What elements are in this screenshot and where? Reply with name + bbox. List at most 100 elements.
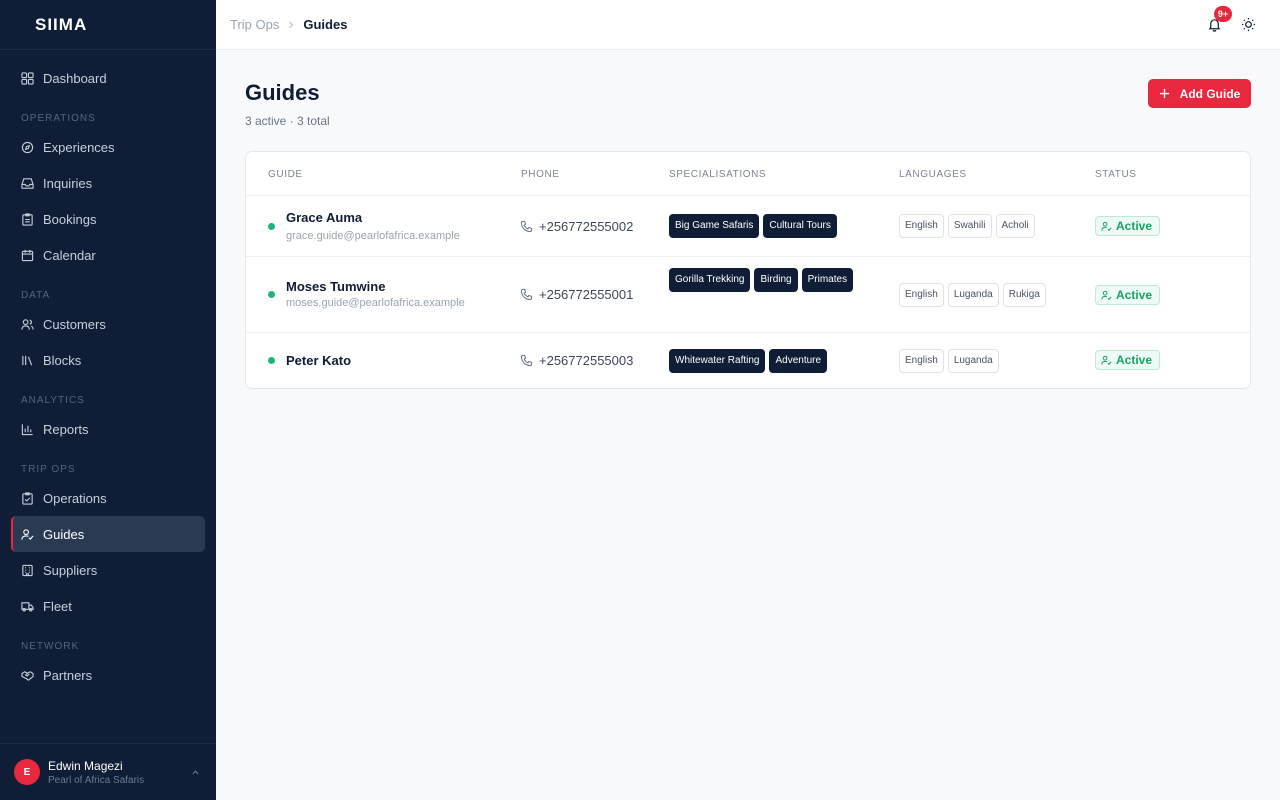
sidebar-item-label: Bookings — [43, 211, 97, 227]
clipboard-icon — [21, 212, 34, 226]
sidebar-item-label: Experiences — [43, 139, 115, 155]
specialisation-tag: Cultural Tours — [763, 214, 837, 238]
chevron-up-icon — [192, 770, 199, 775]
library-icon — [21, 354, 34, 367]
sidebar-item-label: Reports — [43, 421, 89, 437]
page-title: Guides — [245, 80, 320, 105]
language-tag: English — [899, 283, 944, 307]
column-header-languages: LANGUAGES — [899, 169, 967, 180]
sidebar-item-label: Dashboard — [43, 70, 107, 86]
specialisation-tag: Adventure — [769, 349, 828, 373]
sidebar-item-dashboard[interactable]: Dashboard — [11, 60, 205, 96]
chevron-right-icon — [287, 21, 295, 29]
status-badge: Active — [1095, 285, 1161, 305]
users-icon — [21, 318, 34, 331]
table-row[interactable]: Peter Kato +256772555003 Whitewater Raft… — [246, 333, 1250, 388]
language-tag: English — [899, 214, 944, 238]
sidebar-item-operations[interactable]: Operations — [11, 480, 205, 516]
sidebar-item-label: Blocks — [43, 352, 82, 368]
sidebar-item-label: Operations — [43, 490, 107, 506]
sidebar-item-experiences[interactable]: Experiences — [11, 129, 205, 165]
guide-phone: +256772555003 — [520, 353, 633, 368]
guides-table: GUIDE PHONE SPECIALISATIONS LANGUAGES ST… — [245, 151, 1251, 389]
phone-number: +256772555003 — [539, 353, 634, 368]
specialisation-tag: Big Game Safaris — [669, 214, 760, 238]
dashboard-icon — [21, 71, 34, 85]
bar-chart-icon — [21, 423, 34, 436]
sidebar-item-calendar[interactable]: Calendar — [11, 237, 205, 273]
breadcrumb-parent[interactable]: Trip Ops — [230, 17, 279, 32]
status-label: Active — [1116, 288, 1153, 302]
avatar: E — [14, 759, 40, 785]
inbox-icon — [21, 177, 34, 190]
specialisation-tag: Birding — [754, 268, 798, 292]
section-label-trip-ops: TRIP OPS — [21, 463, 76, 475]
status-dot — [268, 223, 275, 230]
user-check-icon — [21, 528, 34, 541]
app-logo[interactable]: SIIMA — [35, 15, 87, 35]
user-org: Pearl of Africa Safaris — [48, 774, 145, 786]
sidebar-item-partners[interactable]: Partners — [11, 657, 205, 693]
phone-number: +256772555001 — [539, 287, 634, 302]
section-label-operations: OPERATIONS — [21, 112, 96, 124]
phone-icon — [520, 220, 533, 233]
section-label-analytics: ANALYTICS — [21, 394, 85, 406]
language-tag: Acholi — [995, 214, 1035, 238]
column-header-phone: PHONE — [521, 169, 560, 180]
building-icon — [21, 564, 34, 577]
phone-number: +256772555002 — [539, 219, 634, 234]
table-header: GUIDE PHONE SPECIALISATIONS LANGUAGES ST… — [246, 152, 1250, 196]
guide-name: Peter Kato — [286, 353, 352, 368]
guide-phone: +256772555001 — [520, 287, 633, 302]
sidebar-item-label: Partners — [43, 667, 93, 683]
user-check-icon — [1101, 221, 1112, 231]
status-badge: Active — [1095, 216, 1161, 236]
sidebar-item-label: Customers — [43, 316, 106, 332]
specialisation-tag: Primates — [801, 268, 854, 292]
table-row[interactable]: Grace Auma grace.guide@pearlofafrica.exa… — [246, 196, 1250, 257]
notification-badge: 9+ — [1214, 6, 1232, 22]
sidebar-item-guides[interactable]: Guides — [11, 516, 205, 552]
breadcrumb: Trip Ops Guides — [230, 17, 347, 32]
sidebar-item-label: Suppliers — [43, 562, 98, 578]
sidebar-item-inquiries[interactable]: Inquiries — [11, 165, 205, 201]
topbar: Trip Ops Guides 9+ — [216, 0, 1280, 50]
section-label-network: NETWORK — [21, 640, 80, 652]
logo-bar: SIIMA — [0, 0, 216, 50]
sidebar-item-suppliers[interactable]: Suppliers — [11, 552, 205, 588]
sidebar-item-bookings[interactable]: Bookings — [11, 201, 205, 237]
sidebar: SIIMA Dashboard OPERATIONS Experiences I… — [0, 0, 216, 800]
user-menu[interactable]: E Edwin Magezi Pearl of Africa Safaris — [0, 743, 216, 800]
specialisations-list: Gorilla Trekking Birding Primates — [669, 268, 859, 292]
user-name: Edwin Magezi — [48, 758, 123, 773]
truck-icon — [21, 600, 34, 613]
language-tag: Luganda — [947, 283, 999, 307]
sun-icon[interactable] — [1241, 17, 1256, 32]
phone-icon — [520, 288, 533, 301]
handshake-icon — [21, 669, 34, 682]
sidebar-item-label: Fleet — [43, 598, 72, 614]
sidebar-item-blocks[interactable]: Blocks — [11, 342, 205, 378]
language-tag: English — [899, 349, 944, 373]
page-subtitle: 3 active · 3 total — [245, 114, 330, 128]
compass-icon — [21, 141, 34, 154]
sidebar-item-label: Calendar — [43, 247, 96, 263]
sidebar-item-fleet[interactable]: Fleet — [11, 588, 205, 624]
guide-name: Moses Tumwine — [286, 279, 386, 294]
guide-email: moses.guide@pearlofafrica.example — [286, 297, 465, 309]
status-badge: Active — [1095, 350, 1161, 370]
sidebar-item-reports[interactable]: Reports — [11, 411, 205, 447]
languages-list: English Luganda Rukiga — [899, 283, 1046, 307]
column-header-specialisations: SPECIALISATIONS — [669, 169, 767, 180]
status-dot — [268, 357, 275, 364]
add-guide-button[interactable]: Add Guide — [1148, 79, 1251, 108]
language-tag: Swahili — [947, 214, 992, 238]
clipboard-check-icon — [21, 491, 34, 505]
sidebar-item-customers[interactable]: Customers — [11, 306, 205, 342]
status-label: Active — [1116, 353, 1153, 367]
table-row[interactable]: Moses Tumwine moses.guide@pearlofafrica.… — [246, 257, 1250, 333]
plus-icon — [1159, 88, 1169, 99]
sidebar-nav: Dashboard OPERATIONS Experiences Inquiri… — [0, 50, 216, 693]
add-guide-label: Add Guide — [1179, 86, 1241, 101]
sidebar-item-label: Guides — [43, 526, 85, 542]
